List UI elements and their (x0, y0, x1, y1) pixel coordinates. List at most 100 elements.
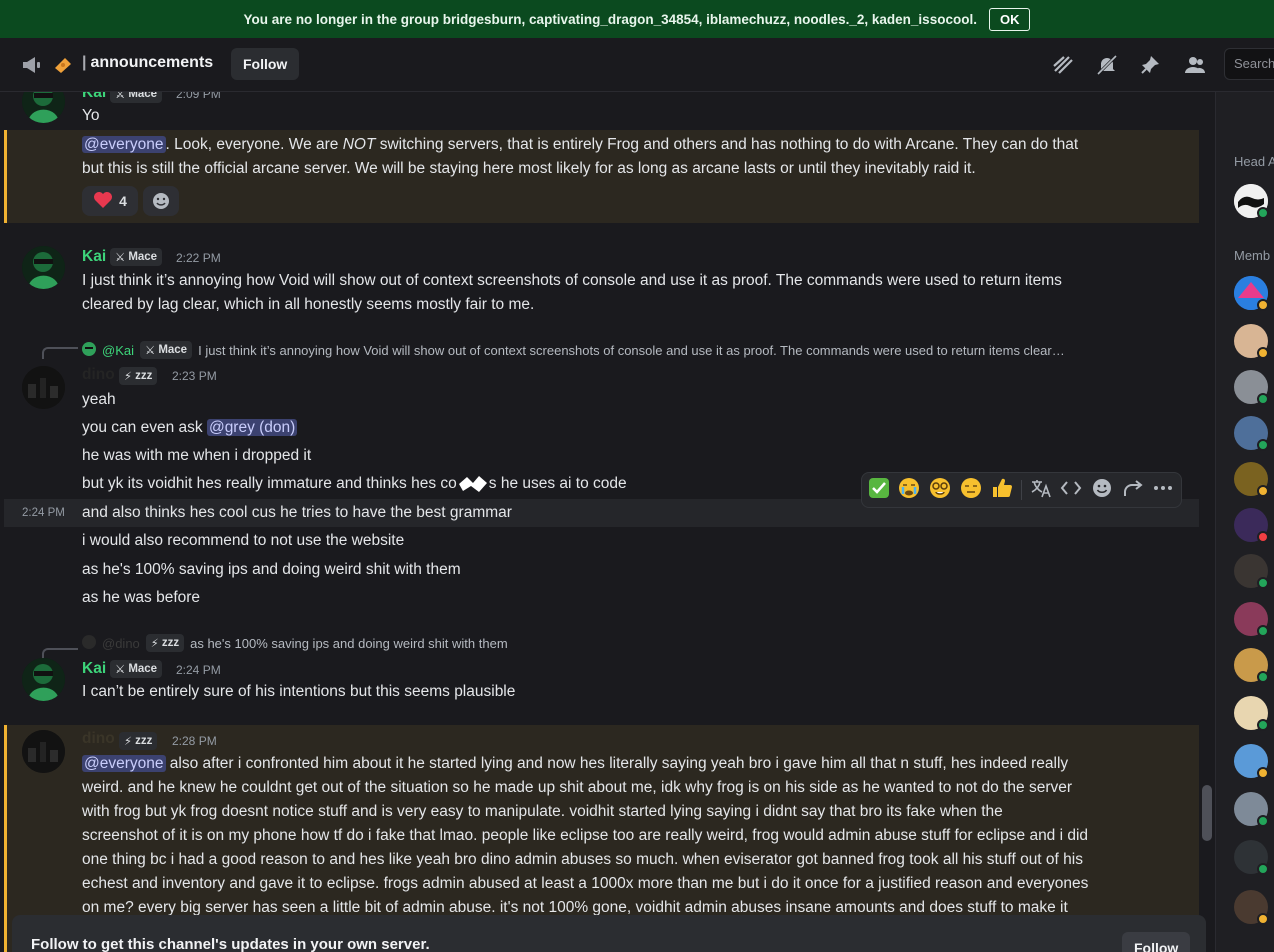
message-text: Yo (82, 107, 100, 124)
author-name[interactable]: Kai (82, 92, 106, 102)
message-text: cleared by lag clear, which in all hones… (82, 296, 535, 313)
reply-avatar-icon (82, 341, 96, 359)
member-avatar[interactable] (1234, 648, 1269, 683)
author-name[interactable]: dino (82, 730, 115, 748)
mute-bell-icon[interactable] (1096, 54, 1118, 76)
pin-icon[interactable] (1140, 54, 1162, 76)
sword-icon: ⚔ (115, 252, 126, 264)
member-avatar[interactable] (1234, 890, 1269, 925)
check-emoji-reaction[interactable] (868, 477, 890, 504)
heart-icon (93, 191, 113, 212)
author-name[interactable]: Kai (82, 248, 106, 266)
avatar[interactable] (22, 730, 65, 773)
author-name[interactable]: dino (82, 366, 115, 384)
search-input[interactable]: Search (1224, 48, 1274, 80)
member-avatar[interactable] (1234, 416, 1269, 451)
member-avatar[interactable] (1234, 508, 1269, 543)
online-status-icon (1257, 671, 1269, 683)
cursor-sprite (457, 474, 489, 494)
avatar[interactable] (22, 658, 65, 701)
member-avatar[interactable] (1234, 840, 1269, 875)
member-avatar[interactable] (1234, 370, 1269, 405)
message-list: Kai ⚔ Mace 2:09 PM Yo @everyone. Look, ev… (0, 92, 1215, 952)
reply-reference[interactable]: @Kai ⚔ Mace I just think it’s annoying ho… (82, 341, 1065, 359)
member-avatar[interactable] (1234, 554, 1269, 589)
reply-reference[interactable]: @dino ⚡ zzz as he's 100% saving ips and d… (82, 634, 508, 652)
member-group-heading: Memb (1234, 248, 1271, 263)
member-avatar[interactable] (1234, 276, 1269, 311)
lightning-icon: ⚡ (150, 638, 159, 650)
online-status-icon (1257, 577, 1269, 589)
message-text: @everyone also after i confronted him ab… (82, 755, 1069, 772)
idle-status-icon (1257, 913, 1269, 925)
member-avatar[interactable] (1234, 602, 1269, 637)
role-tag: ⚡ zzz (119, 367, 158, 385)
idle-status-icon (1257, 485, 1269, 497)
timestamp: 2:24 PM (176, 663, 221, 677)
everyone-mention[interactable]: @everyone (82, 755, 166, 772)
online-status-icon (1257, 439, 1269, 451)
message-text: screenshot of it is on my phone how tf d… (82, 827, 1089, 844)
member-avatar[interactable] (1234, 462, 1269, 497)
nerd-emoji-reaction[interactable] (928, 476, 952, 505)
timestamp: 2:09 PM (176, 92, 221, 101)
message-text: i would also recommend to not use the we… (82, 532, 405, 549)
message-actions-toolbar (861, 472, 1182, 508)
add-reaction-button[interactable] (143, 186, 179, 216)
member-avatar[interactable] (1234, 696, 1269, 731)
message-text: yeah (82, 391, 116, 408)
avatar[interactable] (22, 92, 65, 123)
relieved-emoji-reaction[interactable] (959, 476, 983, 505)
thumbs-up-emoji-reaction[interactable] (990, 476, 1014, 505)
avatar[interactable] (22, 246, 65, 289)
timestamp: 2:22 PM (176, 251, 221, 265)
reply-connector (42, 347, 78, 359)
idle-status-icon (1257, 767, 1269, 779)
scrollbar-thumb[interactable] (1202, 785, 1212, 841)
more-options-icon[interactable] (1151, 478, 1175, 503)
message-text: echest and inventory and gave it to ecli… (82, 875, 1089, 892)
threads-icon[interactable] (1052, 54, 1074, 76)
online-status-icon (1257, 863, 1269, 875)
lightning-icon: ⚡ (124, 736, 133, 748)
member-avatar[interactable] (1234, 792, 1269, 827)
dnd-status-icon (1257, 531, 1269, 543)
follow-button[interactable]: Follow (1122, 932, 1191, 952)
online-status-icon (1257, 393, 1269, 405)
heart-reaction[interactable]: 4 (82, 186, 138, 216)
sword-icon: ⚔ (115, 92, 126, 101)
member-list-icon[interactable] (1184, 54, 1206, 76)
group-notice-banner: You are no longer in the group bridgesbu… (0, 0, 1274, 38)
forward-icon[interactable] (1121, 478, 1145, 503)
everyone-mention[interactable]: @everyone (82, 136, 166, 153)
role-tag: ⚔ Mace (110, 92, 163, 103)
user-mention[interactable]: @grey (don) (206, 419, 298, 436)
code-icon[interactable] (1060, 478, 1084, 503)
crying-emoji-reaction[interactable] (897, 476, 921, 505)
member-list: Head A Memb (1215, 92, 1274, 952)
notice-ok-button[interactable]: OK (988, 7, 1031, 31)
online-status-icon (1257, 207, 1269, 219)
member-avatar[interactable] (1234, 324, 1269, 359)
header-follow-button[interactable]: Follow (231, 48, 300, 80)
message-text: one thing bc i had a good reason to and … (82, 851, 1083, 868)
message-text: but yk its voidhit hes really immature a… (82, 474, 627, 494)
idle-status-icon (1257, 347, 1269, 359)
reply-avatar-icon (82, 634, 96, 652)
online-status-icon (1257, 815, 1269, 827)
avatar[interactable] (22, 366, 65, 409)
role-tag: ⚡ zzz (145, 634, 185, 652)
timestamp: 2:28 PM (172, 734, 217, 748)
member-avatar[interactable] (1234, 744, 1269, 779)
author-name[interactable]: Kai (82, 660, 106, 678)
role-tag: ⚔ Mace (110, 248, 163, 266)
message-text: weird. and he knew he couldnt get out of… (82, 779, 1073, 796)
translate-icon[interactable] (1029, 478, 1053, 503)
ticket-emoji-icon (52, 54, 74, 76)
member-avatar[interactable] (1234, 184, 1269, 219)
lightning-icon: ⚡ (124, 371, 133, 383)
channel-name: | announcements (82, 54, 214, 71)
hover-timestamp: 2:24 PM (22, 507, 65, 519)
add-reaction-icon[interactable] (1090, 477, 1114, 504)
message-text: with frog but yk frog doesnt notice stuf… (82, 803, 1003, 820)
